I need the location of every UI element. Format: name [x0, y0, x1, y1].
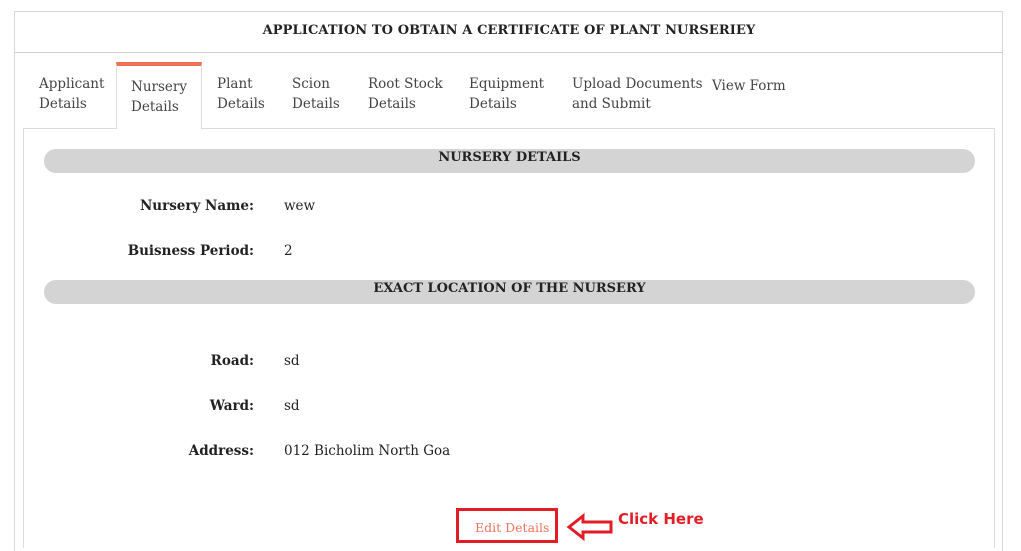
- tab-label-line2: and Submit: [572, 96, 651, 112]
- tab-label-line2: Details: [368, 96, 416, 112]
- tab-label-line1: Plant: [217, 76, 253, 92]
- tab-nursery-details[interactable]: Nursery Details: [116, 62, 202, 129]
- tab-label-line2: Details: [217, 96, 265, 112]
- tab-label-line1: Scion: [292, 76, 330, 92]
- content-panel: [23, 128, 995, 548]
- tab-view-form[interactable]: View Form: [712, 76, 786, 96]
- tab-label-line1: Upload Documents: [572, 76, 703, 92]
- tab-label-line2: Details: [131, 99, 179, 115]
- tab-label-line2: Details: [469, 96, 517, 112]
- tab-scion-details[interactable]: Scion Details: [292, 74, 340, 114]
- tab-bar: Applicant Details Nursery Details Plant …: [24, 62, 994, 129]
- tab-label-line2: Details: [39, 96, 87, 112]
- tab-plant-details[interactable]: Plant Details: [217, 74, 265, 114]
- tab-label-line1: Nursery: [131, 79, 187, 95]
- tab-label-line1: Applicant: [39, 76, 105, 92]
- tab-label-line1: Equipment: [469, 76, 545, 92]
- tab-equipment-details[interactable]: Equipment Details: [469, 74, 544, 114]
- tab-label-line1: Root Stock: [368, 76, 443, 92]
- tab-upload-documents[interactable]: Upload Documents and Submit: [572, 74, 703, 114]
- page-title: APPLICATION TO OBTAIN A CERTIFICATE OF P…: [15, 12, 1003, 53]
- tab-label-line2: Details: [292, 96, 340, 112]
- tab-label-line1: View Form: [712, 78, 786, 94]
- tab-applicant-details[interactable]: Applicant Details: [39, 74, 104, 114]
- tab-root-stock-details[interactable]: Root Stock Details: [368, 74, 443, 114]
